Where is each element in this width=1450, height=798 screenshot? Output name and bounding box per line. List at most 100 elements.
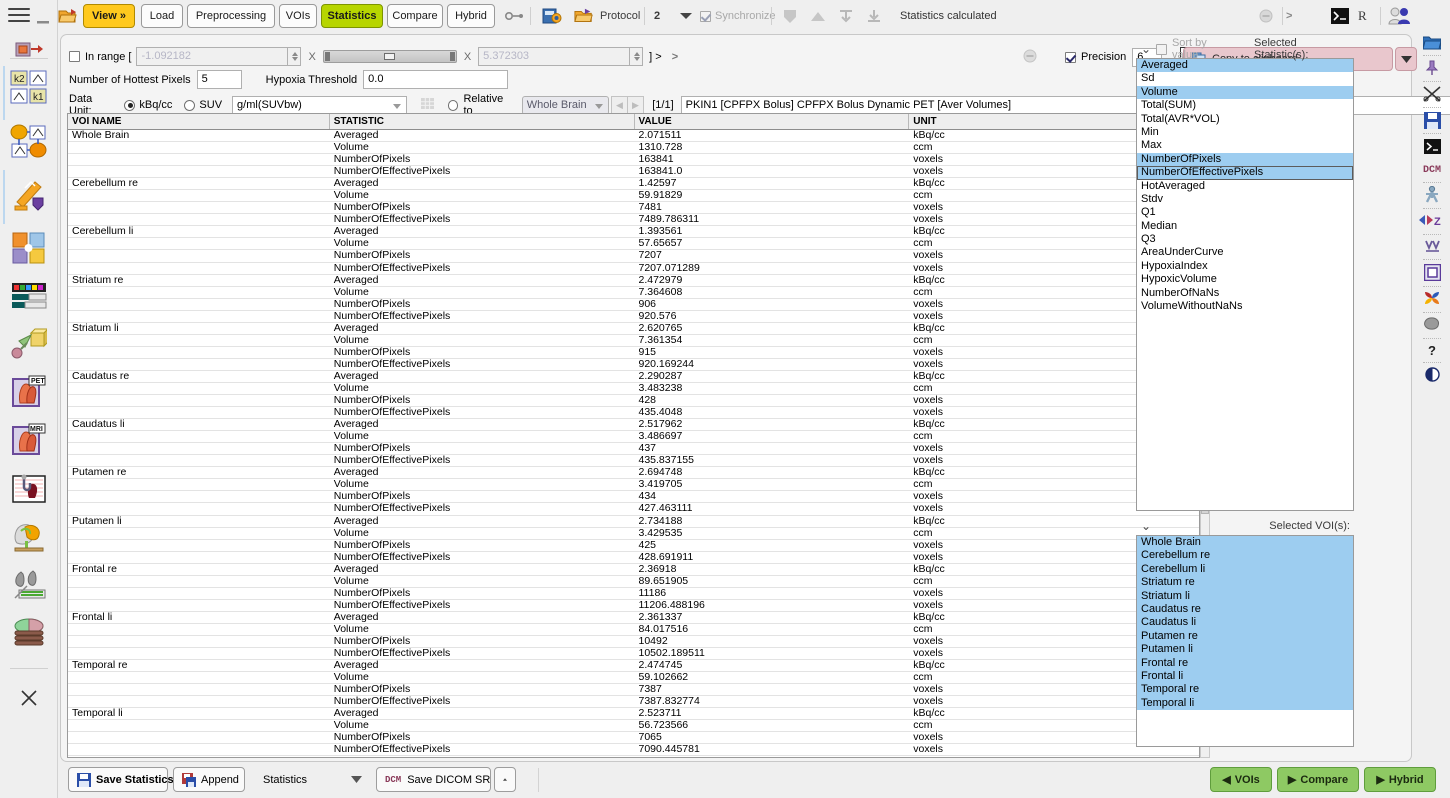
pin-icon[interactable] bbox=[1422, 58, 1442, 78]
table-row[interactable]: NumberOfPixels 7387 voxels bbox=[68, 684, 1199, 697]
mri-cardiac-icon[interactable]: MRI bbox=[7, 418, 51, 462]
table-row[interactable]: NumberOfPixels 11186 voxels bbox=[68, 588, 1199, 600]
align-top-icon[interactable] bbox=[836, 6, 856, 26]
table-row[interactable]: NumberOfPixels 906 voxels bbox=[68, 299, 1199, 311]
sort-by-value-checkbox[interactable] bbox=[1155, 43, 1167, 55]
statistics-format-combo[interactable]: Statistics bbox=[255, 767, 370, 792]
table-row[interactable]: NumberOfPixels 428 voxels bbox=[68, 395, 1199, 408]
table-row[interactable]: Striatum li Averaged 2.620765 kBq/cc bbox=[68, 323, 1199, 335]
voi-list-item[interactable]: Cerebellum li bbox=[1137, 562, 1353, 577]
range-min-input[interactable]: -1.092182 bbox=[136, 47, 289, 66]
body-stack-icon[interactable] bbox=[7, 610, 51, 654]
person-icon[interactable] bbox=[1422, 184, 1442, 204]
in-range-checkbox[interactable] bbox=[69, 51, 80, 62]
save-disk-icon[interactable] bbox=[1422, 110, 1442, 130]
statistic-list-item[interactable]: NumberOfEffectivePixels bbox=[1137, 166, 1353, 180]
tab-load[interactable]: Load bbox=[141, 4, 183, 28]
close-icon[interactable] bbox=[7, 676, 51, 720]
statistic-list-item[interactable]: Total(SUM) bbox=[1137, 99, 1353, 112]
range-slider[interactable] bbox=[322, 50, 457, 63]
tab-vois[interactable]: VOIs bbox=[279, 4, 317, 28]
col-header-voi-name[interactable]: VOI NAME bbox=[68, 114, 330, 129]
hypoxia-threshold-input[interactable]: 0.0 bbox=[363, 70, 509, 89]
voi-list-item[interactable]: Caudatus re bbox=[1137, 602, 1353, 617]
unit-suv-radio-group[interactable]: SUV bbox=[184, 99, 222, 111]
tab-compare[interactable]: Compare bbox=[387, 4, 443, 28]
save-dicom-sr-button[interactable]: DCM Save DICOM SR bbox=[376, 767, 491, 792]
statistic-list-item[interactable]: HotAveraged bbox=[1137, 180, 1353, 193]
user-group-icon[interactable] bbox=[1388, 6, 1412, 26]
table-row[interactable]: NumberOfEffectivePixels 920.576 voxels bbox=[68, 311, 1199, 323]
tab-preprocessing[interactable]: Preprocessing bbox=[187, 4, 275, 28]
brain-icon[interactable] bbox=[1422, 314, 1442, 334]
vois-collapse-caret-icon[interactable]: ⌄ bbox=[1136, 519, 1156, 533]
shield-down-icon[interactable] bbox=[780, 6, 800, 26]
table-row[interactable]: Volume 56.723566 ccm bbox=[68, 720, 1199, 733]
table-row[interactable]: Temporal li Averaged 2.523711 kBq/cc bbox=[68, 708, 1199, 721]
terminal-icon[interactable] bbox=[1330, 6, 1350, 26]
color-table-icon[interactable] bbox=[7, 274, 51, 318]
table-row[interactable]: Cerebellum re Averaged 1.42597 kBq/cc bbox=[68, 178, 1199, 191]
save-statistics-button[interactable]: Save Statistics bbox=[68, 767, 174, 792]
precision-checkbox[interactable] bbox=[1065, 51, 1076, 63]
suv-type-combo[interactable]: g/ml(SUVbw) bbox=[232, 95, 407, 115]
relative-to-radio[interactable] bbox=[447, 99, 459, 111]
append-button[interactable]: Append bbox=[173, 767, 245, 792]
terminal-icon[interactable] bbox=[1422, 136, 1442, 156]
vois-listbox[interactable]: Whole Brain Cerebellum re Cerebellum li Str… bbox=[1136, 535, 1354, 747]
synchronize-checkbox[interactable] bbox=[700, 10, 711, 22]
hamburger-icon[interactable] bbox=[8, 8, 30, 26]
scissors-icon[interactable] bbox=[1422, 84, 1442, 104]
table-row[interactable]: NumberOfEffectivePixels 428.691911 voxels bbox=[68, 552, 1199, 564]
compartment-model-icon[interactable] bbox=[7, 120, 51, 164]
statistic-list-item[interactable]: VolumeWithoutNaNs bbox=[1137, 300, 1353, 313]
table-row[interactable]: Volume 84.017516 ccm bbox=[68, 624, 1199, 636]
contrast-icon[interactable] bbox=[1422, 364, 1442, 384]
voi-list-item[interactable]: Putamen re bbox=[1137, 629, 1353, 644]
compare-nav-button[interactable]: ▶ Compare bbox=[1277, 767, 1359, 792]
table-row[interactable]: Striatum re Averaged 2.472979 kBq/cc bbox=[68, 275, 1199, 287]
unit-kbq-radio[interactable] bbox=[124, 99, 136, 111]
table-row[interactable]: NumberOfEffectivePixels 10502.189511 voxel… bbox=[68, 648, 1199, 661]
statistic-list-item[interactable]: Max bbox=[1137, 139, 1353, 152]
puzzle-fusion-icon[interactable] bbox=[7, 226, 51, 270]
table-row[interactable]: NumberOfPixels 7481 voxels bbox=[68, 202, 1199, 215]
range-max-input[interactable]: 5.372303 bbox=[478, 47, 631, 66]
expand-right-icon[interactable]: > bbox=[1286, 4, 1292, 28]
fusion-tool-icon[interactable] bbox=[7, 172, 51, 216]
voi-list-item[interactable]: Frontal li bbox=[1137, 669, 1353, 684]
load-protocol-icon[interactable] bbox=[574, 6, 594, 26]
next-page-button[interactable]: ▶ bbox=[627, 95, 645, 115]
statistic-list-item[interactable]: Total(AVR*VOL) bbox=[1137, 113, 1353, 126]
tab-hybrid[interactable]: Hybrid bbox=[447, 4, 495, 28]
help-icon[interactable]: ? bbox=[1422, 340, 1442, 360]
link-chain-icon[interactable] bbox=[504, 6, 524, 26]
lung-icon[interactable] bbox=[7, 562, 51, 606]
voi-list-item[interactable]: Striatum re bbox=[1137, 576, 1353, 590]
statistics-collapse-caret-icon[interactable]: ⌄ bbox=[1136, 42, 1156, 56]
table-row[interactable]: Temporal re Averaged 2.474745 kBq/cc bbox=[68, 660, 1199, 673]
statistic-list-item[interactable]: AreaUnderCurve bbox=[1137, 246, 1353, 259]
statistic-list-item[interactable]: Q1 bbox=[1137, 206, 1353, 219]
range-min-spinner[interactable] bbox=[288, 47, 302, 66]
table-row[interactable]: Cerebellum li Averaged 1.393561 kBq/cc bbox=[68, 226, 1199, 239]
table-row[interactable]: NumberOfEffectivePixels 435.837155 voxels bbox=[68, 455, 1199, 468]
table-row[interactable]: NumberOfPixels 10492 voxels bbox=[68, 636, 1199, 649]
table-row[interactable]: NumberOfEffectivePixels 11206.488196 voxel… bbox=[68, 600, 1199, 612]
synchronize-toggle[interactable]: Synchronize bbox=[700, 4, 776, 28]
voi-list-item[interactable]: Temporal re bbox=[1137, 683, 1353, 697]
table-row[interactable]: Volume 3.419705 ccm bbox=[68, 479, 1199, 492]
statistic-list-item[interactable]: Median bbox=[1137, 220, 1353, 233]
tab-statistics[interactable]: Statistics bbox=[321, 4, 383, 28]
tab-view[interactable]: View » bbox=[83, 4, 135, 28]
pet-cardiac-icon[interactable]: PET bbox=[7, 370, 51, 414]
r-label[interactable]: R bbox=[1358, 4, 1367, 28]
table-row[interactable]: Frontal re Averaged 2.36918 kBq/cc bbox=[68, 564, 1199, 576]
collapse-dash-icon[interactable] bbox=[37, 10, 49, 34]
triangle-up-icon[interactable] bbox=[808, 6, 828, 26]
table-row[interactable]: Volume 3.483238 ccm bbox=[68, 383, 1199, 396]
table-row[interactable]: NumberOfEffectivePixels 7090.445781 voxels bbox=[68, 744, 1199, 757]
statistic-list-item[interactable]: HypoxiaIndex bbox=[1137, 260, 1353, 273]
table-row[interactable]: NumberOfEffectivePixels 7489.786311 voxels bbox=[68, 214, 1199, 227]
chevron-down-icon[interactable] bbox=[351, 774, 362, 786]
